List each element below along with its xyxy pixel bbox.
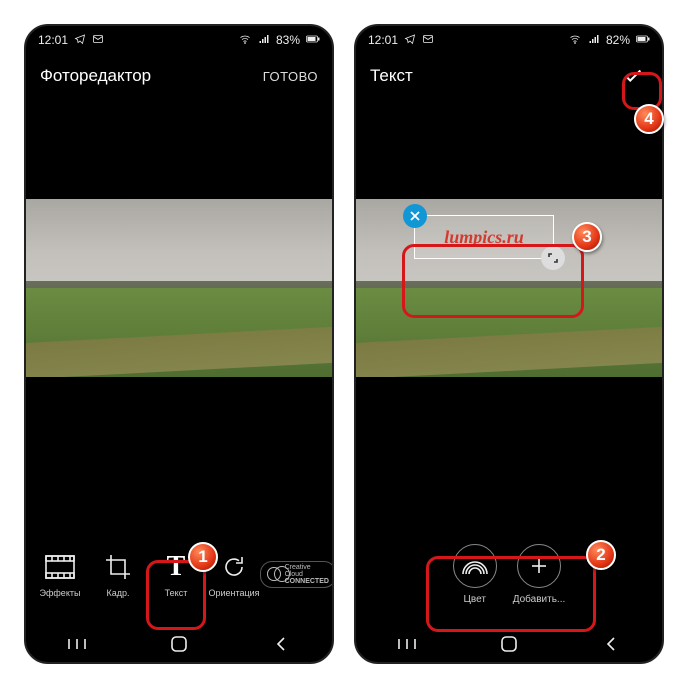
android-navbar [26, 626, 332, 662]
filmstrip-icon [43, 550, 77, 584]
photo-canvas[interactable] [26, 98, 332, 478]
tool-label: Текст [150, 588, 202, 598]
status-battery: 82% [606, 33, 630, 47]
rotate-icon [217, 550, 251, 584]
tool-add[interactable]: Добавить... [513, 544, 566, 605]
tool-orientation[interactable]: Ориентация [208, 550, 260, 598]
rainbow-icon [453, 544, 497, 588]
page-title: Текст [370, 66, 413, 86]
bottom-toolbar: Цвет Добавить... [356, 532, 662, 616]
text-overlay[interactable]: lumpics.ru [414, 215, 554, 259]
status-bar: 12:01 83% [26, 26, 332, 54]
message-icon [422, 33, 434, 48]
overlay-resize-handle[interactable] [541, 246, 565, 270]
tool-label: Эффекты [34, 588, 86, 598]
overlay-close-button[interactable] [403, 204, 427, 228]
confirm-button[interactable] [618, 61, 648, 91]
telegram-icon [404, 33, 416, 48]
status-bar: 12:01 82% [356, 26, 662, 54]
app-header: Фоторедактор ГОТОВО [26, 54, 332, 98]
tool-crop[interactable]: Кадр. [92, 550, 144, 598]
creative-cloud-badge[interactable]: Creative Cloud CONNECTED [260, 561, 334, 588]
android-navbar [356, 626, 662, 662]
text-overlay-value: lumpics.ru [444, 227, 524, 248]
photo: lumpics.ru [356, 199, 662, 377]
message-icon [92, 33, 104, 48]
battery-icon [306, 33, 320, 47]
nav-recent[interactable] [66, 633, 88, 655]
cc-line1: Creative Cloud [285, 564, 330, 578]
tool-color[interactable]: Цвет [453, 544, 497, 605]
done-button[interactable]: ГОТОВО [263, 69, 318, 84]
tool-label: Ориентация [208, 588, 260, 598]
nav-back[interactable] [600, 633, 622, 655]
tool-label: Цвет [464, 594, 486, 605]
cc-line2: CONNECTED [285, 578, 330, 585]
telegram-icon [74, 33, 86, 48]
nav-back[interactable] [270, 633, 292, 655]
page-title: Фоторедактор [40, 66, 151, 86]
signal-icon [258, 33, 270, 48]
tool-label: Кадр. [92, 588, 144, 598]
crop-icon [101, 550, 135, 584]
tool-text[interactable]: T Текст [150, 550, 202, 598]
bottom-toolbar: Эффекты Кадр. T Текст Ориентация [26, 532, 332, 616]
text-icon: T [159, 550, 193, 584]
tool-label: Добавить... [513, 594, 566, 605]
wifi-icon [238, 33, 252, 48]
plus-icon [517, 544, 561, 588]
cc-logo-icon [267, 567, 281, 581]
wifi-icon [568, 33, 582, 48]
status-time: 12:01 [368, 33, 398, 47]
nav-home[interactable] [168, 633, 190, 655]
photo [26, 199, 332, 377]
nav-recent[interactable] [396, 633, 418, 655]
nav-home[interactable] [498, 633, 520, 655]
app-header: Текст [356, 54, 662, 98]
signal-icon [588, 33, 600, 48]
tool-effects[interactable]: Эффекты [34, 550, 86, 598]
status-time: 12:01 [38, 33, 68, 47]
phone-right: 12:01 82% [354, 24, 664, 664]
status-battery: 83% [276, 33, 300, 47]
battery-icon [636, 33, 650, 47]
photo-canvas[interactable]: lumpics.ru [356, 98, 662, 478]
phone-left: 12:01 83% [24, 24, 334, 664]
